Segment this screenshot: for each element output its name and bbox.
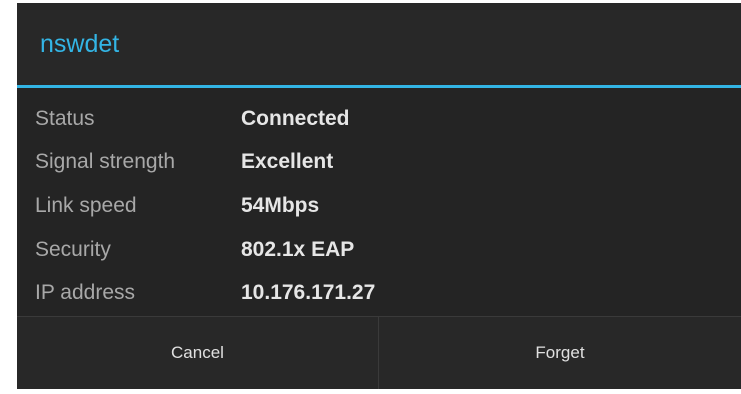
detail-label: Security bbox=[35, 238, 111, 261]
dialog-title: nswdet bbox=[40, 30, 120, 58]
detail-row-status: Status Connected bbox=[17, 97, 741, 141]
detail-value: 802.1x EAP bbox=[241, 238, 355, 261]
cancel-button[interactable]: Cancel bbox=[17, 317, 378, 389]
detail-label: Link speed bbox=[35, 194, 137, 217]
detail-value: Connected bbox=[241, 107, 350, 130]
detail-label: Signal strength bbox=[35, 150, 176, 173]
network-details: Status Connected Signal strength Excelle… bbox=[17, 88, 741, 316]
detail-row-link-speed: Link speed 54Mbps bbox=[17, 184, 741, 228]
detail-row-security: Security 802.1x EAP bbox=[17, 228, 741, 272]
wifi-network-dialog: nswdet Status Connected Signal strength … bbox=[17, 3, 741, 389]
dialog-title-bar: nswdet bbox=[17, 3, 741, 85]
detail-label: Status bbox=[35, 107, 95, 130]
detail-value: 10.176.171.27 bbox=[241, 281, 376, 304]
detail-value: 54Mbps bbox=[241, 194, 320, 217]
detail-row-ip-address: IP address 10.176.171.27 bbox=[17, 271, 741, 315]
detail-value: Excellent bbox=[241, 150, 334, 173]
detail-label: IP address bbox=[35, 281, 136, 304]
forget-button[interactable]: Forget bbox=[379, 317, 741, 389]
detail-row-signal-strength: Signal strength Excellent bbox=[17, 140, 741, 184]
dialog-button-bar: Cancel Forget bbox=[17, 316, 741, 389]
